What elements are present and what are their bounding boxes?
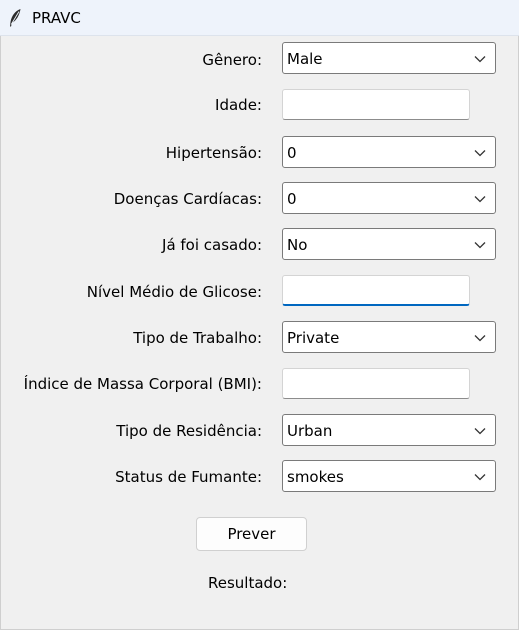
hipertensao-value: 0 bbox=[287, 144, 297, 162]
feather-icon bbox=[8, 8, 22, 28]
trabalho-select[interactable]: Private bbox=[282, 321, 496, 353]
trabalho-value: Private bbox=[287, 329, 340, 347]
trabalho-label: Tipo de Trabalho: bbox=[133, 329, 262, 347]
fumante-value: smokes bbox=[287, 468, 344, 486]
doencas-value: 0 bbox=[287, 190, 297, 208]
doencas-select[interactable]: 0 bbox=[282, 182, 496, 214]
genero-value: Male bbox=[287, 50, 323, 68]
casado-select[interactable]: No bbox=[282, 228, 496, 260]
glicose-label: Nível Médio de Glicose: bbox=[86, 283, 262, 301]
idade-field[interactable] bbox=[282, 89, 470, 120]
idade-label: Idade: bbox=[215, 96, 262, 114]
bmi-label: Índice de Massa Corporal (BMI): bbox=[23, 375, 262, 393]
chevron-down-icon[interactable] bbox=[473, 238, 487, 252]
chevron-down-icon[interactable] bbox=[473, 146, 487, 160]
title-bar: PRAVC bbox=[0, 0, 519, 36]
casado-value: No bbox=[287, 236, 308, 254]
glicose-input[interactable] bbox=[283, 276, 469, 304]
chevron-down-icon[interactable] bbox=[473, 470, 487, 484]
form-area: Gênero: Male Idade: Hipertensão: 0 Doenç… bbox=[0, 36, 519, 630]
chevron-down-icon[interactable] bbox=[473, 424, 487, 438]
predict-button[interactable]: Prever bbox=[196, 517, 307, 551]
residencia-value: Urban bbox=[287, 422, 333, 440]
doencas-label: Doenças Cardíacas: bbox=[113, 190, 262, 208]
result-label: Resultado: bbox=[208, 574, 288, 592]
window-title: PRAVC bbox=[32, 9, 81, 27]
fumante-label: Status de Fumante: bbox=[115, 468, 262, 486]
idade-input[interactable] bbox=[283, 90, 469, 119]
residencia-select[interactable]: Urban bbox=[282, 414, 496, 446]
genero-select[interactable]: Male bbox=[282, 42, 496, 74]
fumante-select[interactable]: smokes bbox=[282, 460, 496, 492]
residencia-label: Tipo de Residência: bbox=[116, 422, 262, 440]
chevron-down-icon[interactable] bbox=[473, 192, 487, 206]
chevron-down-icon[interactable] bbox=[473, 331, 487, 345]
chevron-down-icon[interactable] bbox=[473, 52, 487, 66]
casado-label: Já foi casado: bbox=[162, 236, 262, 254]
hipertensao-label: Hipertensão: bbox=[165, 144, 262, 162]
genero-label: Gênero: bbox=[202, 51, 262, 69]
glicose-field[interactable] bbox=[282, 275, 470, 306]
hipertensao-select[interactable]: 0 bbox=[282, 136, 496, 168]
bmi-field[interactable] bbox=[282, 368, 470, 399]
bmi-input[interactable] bbox=[283, 369, 469, 398]
